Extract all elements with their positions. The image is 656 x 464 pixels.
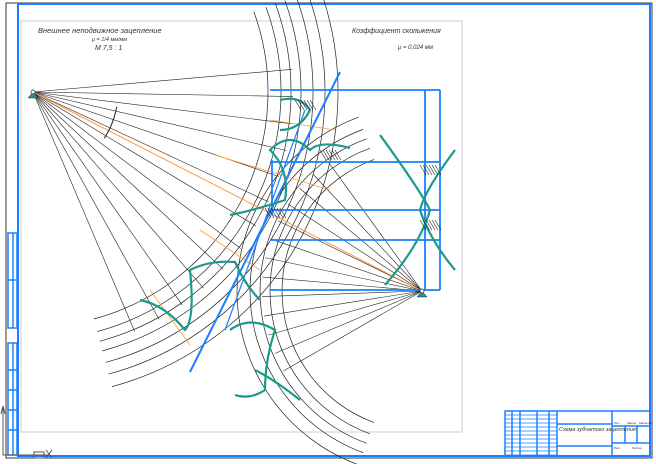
title-block-sheets: Листов <box>632 446 642 450</box>
pivot-center <box>419 288 425 294</box>
right-scale: μ = 0,024 мм <box>397 45 433 51</box>
side-stamp <box>7 232 18 456</box>
left-scale: М 7,5 : 1 <box>95 45 122 52</box>
title-block-mass: Масса <box>627 421 636 425</box>
left-title: Внешнее неподвижное зацепление <box>38 26 162 35</box>
title-block-scale: Масштаб <box>639 421 652 425</box>
title-block <box>504 410 651 457</box>
right-title: Коэффициент скольжения <box>352 28 441 35</box>
left-scale-mu: μ = 1/4 мм/мм <box>91 37 127 43</box>
pivot-center <box>30 89 36 95</box>
title-block-sheet: Лист <box>614 446 621 450</box>
title-block-name: Схема зубчатого зацепления <box>559 427 636 433</box>
cad-drawing-canvas[interactable]: Внешнее неподвижное зацепление μ = 1/4 м… <box>0 0 656 464</box>
title-block-lit: Лит. <box>614 421 620 425</box>
